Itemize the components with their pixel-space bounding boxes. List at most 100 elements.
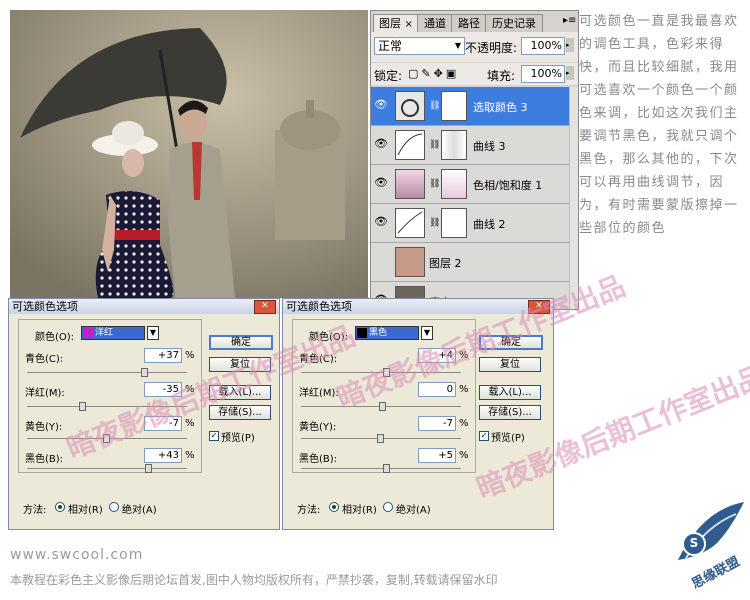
- color-select[interactable]: 黑色: [355, 326, 419, 340]
- percent-sign: %: [459, 418, 469, 429]
- chevron-down-icon[interactable]: ▼: [421, 326, 433, 340]
- save-button[interactable]: 存储(S)...: [209, 405, 271, 420]
- chevron-down-icon[interactable]: ▼: [147, 326, 159, 340]
- blend-mode-select[interactable]: 正常 ▼: [374, 37, 465, 55]
- reset-button[interactable]: 复位: [209, 357, 271, 372]
- magenta-slider-handle[interactable]: [379, 402, 386, 411]
- tab-channels[interactable]: 通道: [417, 14, 453, 32]
- hue-saturation-thumbnail-icon: [395, 169, 425, 199]
- dialog-title: 可选颜色选项: [9, 299, 279, 314]
- cyan-slider-track: [301, 372, 461, 373]
- dialog-title: 可选颜色选项: [283, 299, 553, 314]
- cyan-input[interactable]: +4: [418, 348, 456, 363]
- fill-label: 填充:: [487, 69, 516, 83]
- fill-arrow-icon[interactable]: ▸: [566, 66, 574, 80]
- percent-sign: %: [459, 450, 469, 461]
- color-swatch: [83, 328, 93, 338]
- cyan-slider-handle[interactable]: [383, 368, 390, 377]
- layer-row-curves-3[interactable]: 👁 ⛓ 曲线 3: [371, 126, 578, 165]
- fill-input[interactable]: 100%: [521, 65, 565, 83]
- yellow-slider-handle[interactable]: [103, 434, 110, 443]
- method-label: 方法:: [23, 505, 47, 516]
- preview-checkbox[interactable]: ✓: [209, 431, 219, 441]
- percent-sign: %: [459, 384, 469, 395]
- cyan-slider-handle[interactable]: [141, 368, 148, 377]
- yellow-slider-handle[interactable]: [377, 434, 384, 443]
- lock-icons[interactable]: ▢✎✥▣: [408, 67, 459, 80]
- absolute-radio[interactable]: [109, 502, 119, 512]
- magenta-slider-track: [27, 406, 187, 407]
- close-icon[interactable]: ✕: [528, 300, 550, 314]
- panel-menu-icon[interactable]: ▸≡: [563, 15, 576, 26]
- photo-canvas: [10, 10, 368, 298]
- magenta-input[interactable]: 0: [418, 382, 456, 397]
- black-slider-track: [301, 468, 461, 469]
- preview-label: 预览(P): [221, 433, 255, 444]
- eye-icon[interactable]: 👁: [373, 254, 389, 268]
- black-input[interactable]: +43: [144, 448, 182, 463]
- tab-layers-label: 图层: [379, 17, 402, 30]
- percent-sign: %: [185, 418, 195, 429]
- layer-thumbnail: [395, 247, 425, 277]
- yellow-input[interactable]: -7: [144, 416, 182, 431]
- black-slider-handle[interactable]: [383, 464, 390, 473]
- link-icon: ⛓: [429, 179, 441, 189]
- curves-thumbnail-icon: [395, 208, 425, 238]
- layer-name: 色相/饱和度 1: [473, 179, 543, 192]
- close-icon[interactable]: ×: [405, 19, 413, 30]
- load-button[interactable]: 载入(L)...: [479, 385, 541, 400]
- close-icon[interactable]: ✕: [254, 300, 276, 314]
- opacity-arrow-icon[interactable]: ▸: [566, 38, 574, 52]
- link-icon: ⛓: [429, 218, 441, 228]
- cyan-input[interactable]: +37: [144, 348, 182, 363]
- preview-checkbox[interactable]: ✓: [479, 431, 489, 441]
- chevron-down-icon: ▼: [454, 41, 461, 50]
- site-logo: S 思缘联盟: [672, 500, 748, 596]
- relative-radio[interactable]: [329, 502, 339, 512]
- ok-button[interactable]: 确定: [209, 335, 273, 350]
- absolute-radio[interactable]: [383, 502, 393, 512]
- layer-row-layer-2[interactable]: 👁 图层 2: [371, 243, 578, 282]
- ok-button[interactable]: 确定: [479, 335, 543, 350]
- color-select[interactable]: 洋红: [81, 326, 145, 340]
- relative-label: 相对(R): [342, 505, 377, 516]
- tutorial-description: 可选颜色一直是我最喜欢的调色工具，色彩来得快，而且比较细腻，我用可选喜欢一个颜色…: [579, 14, 739, 236]
- save-button[interactable]: 存储(S)...: [479, 405, 541, 420]
- magenta-slider-handle[interactable]: [79, 402, 86, 411]
- layer-mask-thumbnail: [441, 91, 467, 121]
- opacity-label: 不透明度:: [465, 41, 518, 55]
- layer-row-curves-2[interactable]: 👁 ⛓ 曲线 2: [371, 204, 578, 243]
- layer-row-hue-saturation-1[interactable]: 👁 ⛓ 色相/饱和度 1: [371, 165, 578, 204]
- logo-badge: S: [689, 536, 699, 550]
- opacity-input[interactable]: 100%: [521, 37, 565, 55]
- layers-scrollbar[interactable]: [569, 87, 578, 309]
- eye-icon[interactable]: 👁: [373, 176, 389, 190]
- black-slider-handle[interactable]: [145, 464, 152, 473]
- color-value: 洋红: [95, 328, 114, 338]
- yellow-input[interactable]: -7: [418, 416, 456, 431]
- black-input[interactable]: +5: [418, 448, 456, 463]
- layer-name: 曲线 3: [473, 140, 506, 153]
- layer-mask-thumbnail: [441, 130, 467, 160]
- preview-label: 预览(P): [491, 433, 525, 444]
- relative-radio[interactable]: [55, 502, 65, 512]
- selective-color-dialog-right: 可选颜色选项 ✕ 颜色(O): 黑色 ▼ 青色(C): +4 % 洋红(M): …: [282, 298, 554, 530]
- load-button[interactable]: 载入(L)...: [209, 385, 271, 400]
- reset-button[interactable]: 复位: [479, 357, 541, 372]
- tab-paths[interactable]: 路径: [451, 14, 487, 32]
- eye-icon[interactable]: 👁: [373, 215, 389, 229]
- magenta-input[interactable]: -35: [144, 382, 182, 397]
- layer-name: 选取颜色 3: [473, 101, 528, 114]
- absolute-label: 绝对(A): [122, 505, 157, 516]
- tab-history[interactable]: 历史记录: [485, 14, 543, 32]
- color-label: 颜色(O):: [35, 332, 75, 343]
- lock-label: 锁定:: [374, 69, 403, 83]
- tab-layers[interactable]: 图层 ×: [373, 14, 419, 32]
- layer-row-selective-color-3[interactable]: 👁 ⛓ 选取颜色 3: [371, 87, 578, 126]
- percent-sign: %: [185, 450, 195, 461]
- eye-icon[interactable]: 👁: [373, 98, 389, 112]
- layer-mask-thumbnail: [441, 169, 467, 199]
- eye-icon[interactable]: 👁: [373, 137, 389, 151]
- black-label: 黑色(B):: [25, 454, 64, 465]
- couple-umbrella-photo: [10, 10, 368, 298]
